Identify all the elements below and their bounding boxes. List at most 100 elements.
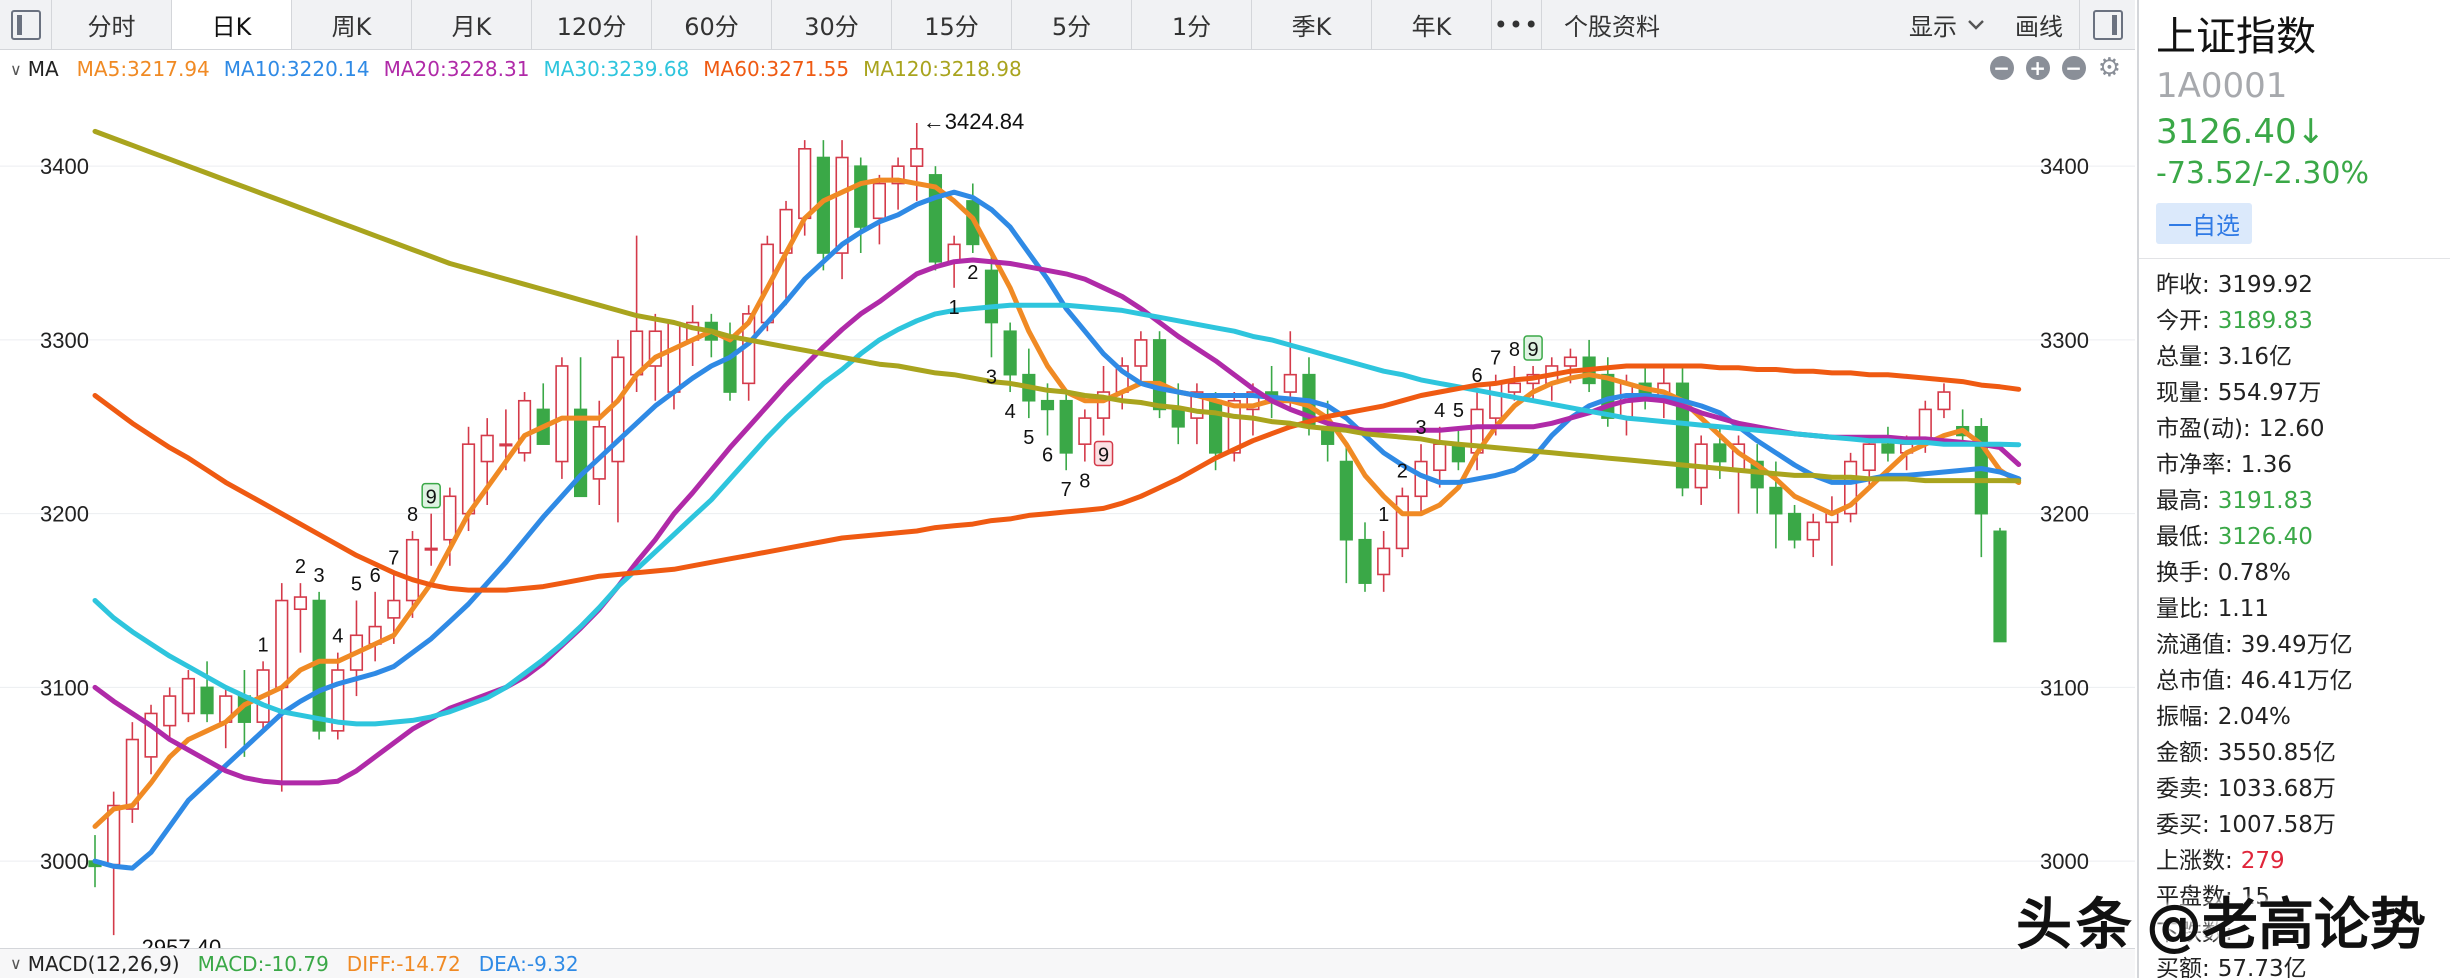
quote-stats: 昨收: 3199.92 今开: 3189.83 总量: 3.16亿 现量: 554.97万 市盈… — [2156, 267, 2450, 978]
candle-body — [1862, 443, 1876, 472]
stat-row: 市盈(动): 12.60 — [2156, 411, 2450, 447]
sidebar-toggle-icon — [10, 9, 41, 40]
candle-body — [1208, 399, 1223, 454]
ma-label: MA — [27, 57, 59, 81]
count-label: 4 — [1434, 400, 1445, 422]
stat-value: 1.36 — [2240, 452, 2292, 478]
count-label: 3 — [986, 366, 997, 388]
count-label: 1 — [1378, 504, 1389, 526]
count-label: 9 — [1098, 444, 1109, 466]
ma30-value: MA30:3239.68 — [543, 57, 690, 81]
candle-body — [984, 269, 999, 324]
candle-body — [667, 321, 681, 393]
candle-body — [1171, 408, 1185, 428]
ma20-value: MA20:3228.31 — [383, 57, 530, 81]
ma60-value: MA60:3271.55 — [703, 57, 850, 81]
candle-body — [1713, 443, 1727, 463]
more-tabs-button[interactable]: ••• — [1492, 0, 1542, 49]
stat-label: 振幅: — [2156, 704, 2210, 730]
candle-body — [443, 495, 457, 541]
stock-profile-button[interactable]: 个股资料 — [1542, 0, 1682, 49]
tab-60min[interactable]: 60分 — [652, 0, 772, 49]
y-tick-label-right: 3400 — [2040, 154, 2089, 179]
candle-body — [1489, 382, 1503, 419]
candle-body — [910, 148, 924, 167]
candle-body — [424, 547, 438, 551]
candle-body — [1339, 460, 1353, 541]
watermark: 头条 @老高论势 — [2016, 880, 2426, 961]
stat-label: 市盈(动): — [2156, 416, 2251, 442]
tab-30min[interactable]: 30分 — [772, 0, 892, 49]
stat-row: 总量: 3.16亿 — [2156, 339, 2450, 375]
count-label: 5 — [351, 574, 362, 596]
display-dropdown[interactable]: 显示 — [1895, 7, 1999, 42]
candle-body — [275, 599, 289, 689]
candle-body — [835, 156, 849, 254]
kline-chart[interactable]: 3000 3000 3100 3100 3200 3200 3300 3300 3400 3400… — [0, 88, 2135, 948]
count-label: 5 — [1023, 427, 1034, 449]
tab-1min[interactable]: 1分 — [1132, 0, 1252, 49]
count-label: 9 — [1528, 339, 1539, 361]
collapse-caret-icon[interactable]: ∨ — [10, 60, 22, 79]
remove-indicator-icon[interactable]: − — [2061, 56, 2086, 80]
y-tick-label-left: 3400 — [40, 154, 89, 179]
stat-value: 279 — [2240, 848, 2285, 874]
stat-row: 最高: 3191.83 — [2156, 483, 2450, 519]
stat-row: 市净率: 1.36 — [2156, 447, 2450, 483]
toggle-right-panel-button[interactable] — [2079, 0, 2135, 50]
candle-body — [872, 182, 887, 220]
stat-value: 39.49万亿 — [2240, 632, 2353, 658]
candle-body — [163, 695, 177, 727]
tab-weekly-k[interactable]: 周K — [292, 0, 412, 49]
count-label: 6 — [370, 565, 381, 587]
candle-body — [181, 677, 195, 715]
y-tick-label-left: 3100 — [40, 675, 89, 700]
remove-watchlist-button[interactable]: 一自选 — [2156, 203, 2252, 244]
candle-body — [1507, 382, 1522, 393]
tab-5min[interactable]: 5分 — [1012, 0, 1132, 49]
stat-value: 2.04% — [2217, 704, 2291, 730]
stat-row: 现量: 554.97万 — [2156, 375, 2450, 411]
tab-quarterly-k[interactable]: 季K — [1252, 0, 1372, 49]
stat-value: 12.60 — [2258, 416, 2325, 442]
toggle-left-panel-button[interactable] — [0, 0, 52, 49]
ma10-value: MA10:3220.14 — [223, 57, 370, 81]
count-label: 4 — [332, 626, 343, 648]
tab-120min[interactable]: 120分 — [532, 0, 652, 49]
candle-body — [1433, 443, 1447, 472]
count-label: 1 — [949, 297, 960, 319]
count-label: 2 — [967, 262, 978, 284]
stat-label: 金额: — [2156, 740, 2210, 766]
ma-line-ma5 — [92, 177, 2022, 829]
tab-yearly-k[interactable]: 年K — [1372, 0, 1492, 49]
tab-15min[interactable]: 15分 — [892, 0, 1012, 49]
candle-body — [723, 339, 737, 393]
stat-row: 金额: 3550.85亿 — [2156, 735, 2450, 771]
dea-value: DEA:-9.32 — [478, 951, 579, 976]
candle-body — [1358, 538, 1372, 584]
candle-body — [200, 686, 214, 715]
count-label: 8 — [1079, 471, 1090, 493]
candle-body — [1283, 373, 1297, 393]
tab-fenshi[interactable]: 分时 — [52, 0, 172, 49]
stat-value: 554.97万 — [2217, 380, 2322, 406]
minimize-icon[interactable]: − — [1989, 56, 2014, 80]
candle-body — [1040, 399, 1055, 411]
stat-value: 1033.68万 — [2217, 776, 2336, 802]
draw-line-button[interactable]: 画线 — [1999, 7, 2079, 42]
candle-body — [1881, 443, 1895, 454]
divider — [2139, 258, 2450, 259]
tab-daily-k[interactable]: 日K — [172, 0, 292, 49]
gear-icon[interactable]: ⚙ — [2098, 55, 2121, 81]
quote-panel: 上证指数 1A0001 3126.40↓ -73.52/-2.30% 一自选 昨… — [2137, 0, 2450, 978]
count-label: 6 — [1042, 444, 1053, 466]
add-indicator-icon[interactable]: + — [2025, 56, 2050, 80]
count-label: 7 — [1061, 479, 1072, 501]
collapse-caret-icon[interactable]: ∨ — [10, 954, 22, 973]
tab-monthly-k[interactable]: 月K — [412, 0, 532, 49]
sidebar-toggle-icon — [2092, 9, 2123, 40]
count-label: 8 — [1509, 339, 1520, 361]
ma5-value: MA5:3217.94 — [76, 57, 210, 81]
app-window: 分时 日K 周K 月K 120分 60分 30分 15分 5分 1分 季K 年K… — [0, 0, 2450, 978]
y-tick-label-right: 3000 — [2040, 849, 2089, 874]
